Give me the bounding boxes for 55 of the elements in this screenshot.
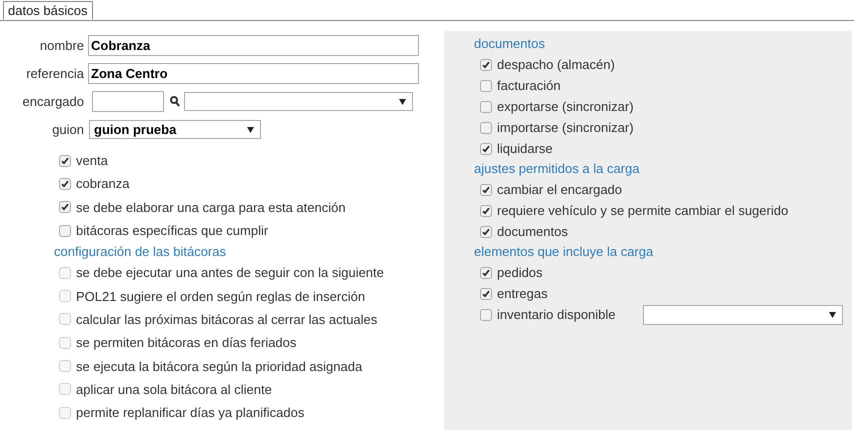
checkbox-label: documentos xyxy=(497,224,568,239)
checkbox-label: inventario disponible xyxy=(497,307,616,322)
dropdown[interactable] xyxy=(642,304,843,324)
checkbox[interactable] xyxy=(480,226,492,238)
checkbox[interactable] xyxy=(480,204,492,216)
section-heading: configuración de las bitácoras xyxy=(54,243,227,262)
checkbox[interactable] xyxy=(59,178,71,190)
checkbox-label: se ejecuta la bitácora según la prioridad asignada xyxy=(76,358,362,374)
caret-icon xyxy=(247,126,254,132)
checkbox-label: cambiar el encargado xyxy=(497,182,622,197)
checkbox[interactable] xyxy=(480,142,492,154)
checkbox[interactable] xyxy=(480,288,492,300)
checkbox-label: se debe ejecutar una antes de seguir con la siguiente xyxy=(76,265,384,280)
checkbox-label: se debe elaborar una carga para esta atención xyxy=(76,200,346,215)
checkbox-label: entregas xyxy=(497,286,548,301)
dropdown[interactable]: guion prueba xyxy=(89,120,261,138)
field-label: referencia xyxy=(25,66,85,80)
checkbox[interactable] xyxy=(59,224,71,237)
checkbox[interactable] xyxy=(480,58,492,70)
field-label: guion xyxy=(51,122,85,136)
checkbox-label: exportarse (sincronizar) xyxy=(497,99,634,114)
checkbox[interactable] xyxy=(480,308,492,320)
checkbox-label: venta xyxy=(76,153,108,168)
search-icon[interactable] xyxy=(170,96,180,106)
checkbox-label: requiere vehículo y se permite cambiar el sugerido xyxy=(497,203,788,218)
checkbox-label: POL21 sugiere el orden según reglas de inserción xyxy=(76,288,366,304)
section-heading: elementos que incluye la carga xyxy=(474,243,654,261)
code-field[interactable] xyxy=(92,90,164,112)
checkbox[interactable] xyxy=(59,201,71,214)
checkbox[interactable] xyxy=(480,100,492,112)
checkbox-label: calcular las próximas bitácoras al cerrar las actuales xyxy=(76,312,378,327)
checkbox-label: aplicar una sola bitácora al cliente xyxy=(76,382,272,397)
checkbox-label: despacho (almacén) xyxy=(497,57,615,72)
checkbox-label: liquidarse xyxy=(497,141,553,156)
checkbox[interactable] xyxy=(480,184,492,196)
text-field[interactable]: Zona Centro xyxy=(88,62,419,84)
tab[interactable]: datos básicos xyxy=(3,1,92,20)
section-heading: documentos xyxy=(474,35,546,53)
checkbox-label: pedidos xyxy=(497,265,543,280)
checkbox[interactable] xyxy=(480,80,492,92)
field-label: encargado xyxy=(22,94,85,108)
section-heading: ajustes permitidos a la carga xyxy=(474,160,640,178)
checkbox[interactable] xyxy=(480,266,492,278)
checkbox-label: bitácoras específicas que cumplir xyxy=(76,223,268,238)
text-field[interactable]: Cobranza xyxy=(88,34,419,56)
checkbox[interactable] xyxy=(480,122,492,134)
checkbox-label: permite replanificar días ya planificados xyxy=(76,405,304,420)
checkbox-label: facturación xyxy=(497,78,561,93)
caret-icon xyxy=(828,311,836,318)
field-label: nombre xyxy=(38,38,85,52)
checkbox-label: importarse (sincronizar) xyxy=(497,120,634,135)
checkbox-label: se permiten bitácoras en días feriados xyxy=(76,335,296,350)
caret-icon xyxy=(399,98,406,104)
checkbox[interactable] xyxy=(59,154,71,167)
checkbox-label: cobranza xyxy=(76,176,130,192)
